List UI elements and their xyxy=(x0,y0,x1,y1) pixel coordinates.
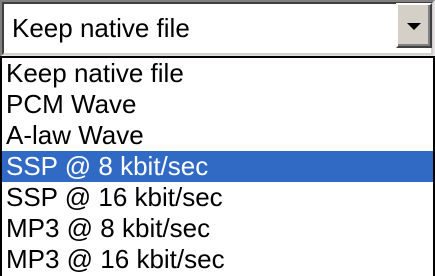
chevron-down-icon xyxy=(407,22,421,30)
format-select-value: Keep native file xyxy=(12,13,190,43)
option-ssp-8-kbit[interactable]: SSP @ 8 kbit/sec xyxy=(2,151,433,182)
option-ssp-16-kbit[interactable]: SSP @ 16 kbit/sec xyxy=(2,182,433,213)
option-mp3-8-kbit[interactable]: MP3 @ 8 kbit/sec xyxy=(2,213,433,244)
option-a-law-wave[interactable]: A-law Wave xyxy=(2,120,433,151)
option-mp3-16-kbit[interactable]: MP3 @ 16 kbit/sec xyxy=(2,244,433,275)
option-keep-native-file[interactable]: Keep native file xyxy=(2,58,433,89)
format-select-frame: Keep native file xyxy=(2,2,433,55)
option-pcm-wave[interactable]: PCM Wave xyxy=(2,89,433,120)
dropdown-arrow-button[interactable] xyxy=(396,3,432,48)
format-options-list: Keep native file PCM Wave A-law Wave SSP… xyxy=(0,56,435,276)
format-select[interactable]: Keep native file xyxy=(0,0,435,57)
